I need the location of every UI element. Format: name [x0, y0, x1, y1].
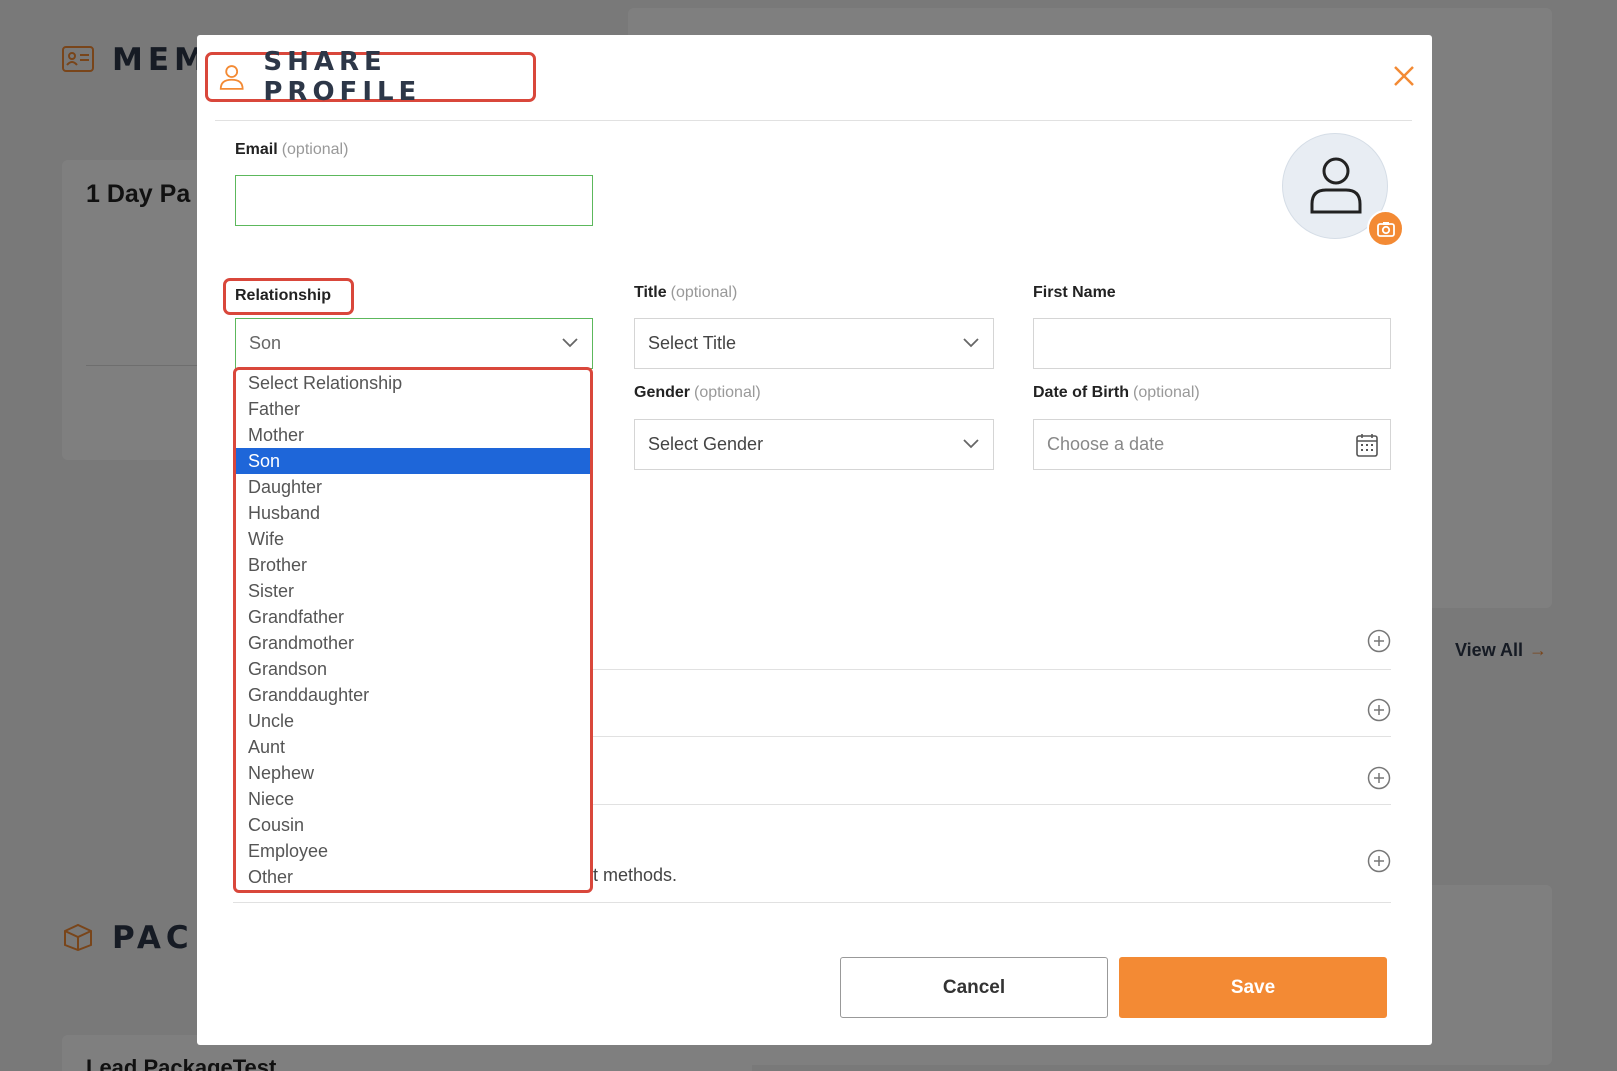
methods-text: t methods. — [593, 865, 678, 885]
dropdown-option[interactable]: Mother — [236, 422, 590, 448]
dropdown-option[interactable]: Brother — [236, 552, 590, 578]
modal-header: SHARE PROFILE — [197, 35, 1432, 121]
dropdown-option[interactable]: Husband — [236, 500, 590, 526]
dropdown-option[interactable]: Grandfather — [236, 604, 590, 630]
dropdown-option[interactable]: Aunt — [236, 734, 590, 760]
close-icon[interactable] — [1391, 63, 1417, 89]
dropdown-option[interactable]: Cousin — [236, 812, 590, 838]
first-name-input[interactable] — [1033, 318, 1391, 369]
modal-title-box: SHARE PROFILE — [205, 47, 536, 107]
email-optional-text: (optional) — [281, 141, 349, 158]
title-select-value: Select Title — [648, 333, 737, 353]
title-select[interactable]: Select Title — [634, 318, 994, 369]
dob-label: Date of Birth (optional) — [1033, 384, 1200, 402]
dropdown-option[interactable]: Sister — [236, 578, 590, 604]
dropdown-option[interactable]: Granddaughter — [236, 682, 590, 708]
upload-photo-button[interactable] — [1367, 210, 1404, 247]
email-input[interactable] — [235, 175, 593, 226]
dropdown-option[interactable]: Niece — [236, 786, 590, 812]
dropdown-option[interactable]: Other — [236, 864, 590, 890]
title-label-text: Title — [634, 284, 667, 301]
dropdown-option[interactable]: Daughter — [236, 474, 590, 500]
user-avatar-icon — [1310, 157, 1362, 214]
email-label-text: Email — [235, 141, 278, 158]
title-optional-text: (optional) — [670, 284, 738, 301]
user-icon — [219, 65, 244, 90]
chevron-down-icon — [562, 338, 578, 348]
plus-circle-icon[interactable] — [1367, 698, 1391, 722]
dropdown-option[interactable]: Wife — [236, 526, 590, 552]
relationship-label: Relationship — [223, 278, 354, 315]
plus-circle-icon[interactable] — [1367, 766, 1391, 790]
gender-select-value: Select Gender — [648, 434, 764, 454]
dropdown-option[interactable]: Father — [236, 396, 590, 422]
calendar-icon[interactable] — [1356, 433, 1378, 457]
gender-optional-text: (optional) — [694, 384, 761, 401]
dropdown-option[interactable]: Son — [236, 448, 590, 474]
dropdown-option[interactable]: Select Relationship — [236, 370, 590, 396]
dob-label-text: Date of Birth — [1033, 384, 1129, 401]
first-name-label: First Name — [1033, 284, 1116, 301]
chevron-down-icon — [963, 439, 979, 449]
plus-circle-icon[interactable] — [1367, 849, 1391, 873]
dob-optional-text: (optional) — [1133, 384, 1200, 401]
dob-input[interactable]: Choose a date — [1033, 419, 1391, 470]
share-profile-modal: SHARE PROFILE Email (optional) Relationsh… — [197, 35, 1432, 1045]
dob-placeholder: Choose a date — [1047, 434, 1165, 454]
dropdown-option[interactable]: Grandson — [236, 656, 590, 682]
modal-title: SHARE PROFILE — [263, 47, 422, 107]
dropdown-option[interactable]: Employee — [236, 838, 590, 864]
dropdown-option[interactable]: Nephew — [236, 760, 590, 786]
gender-label: Gender (optional) — [634, 384, 761, 402]
gender-select[interactable]: Select Gender — [634, 419, 994, 470]
dropdown-option[interactable]: Grandmother — [236, 630, 590, 656]
camera-icon — [1377, 222, 1395, 237]
email-label: Email (optional) — [235, 141, 348, 159]
gender-label-text: Gender — [634, 384, 691, 401]
relationship-select[interactable]: Son — [235, 318, 593, 369]
relationship-value: Son — [249, 333, 282, 353]
relationship-dropdown-list[interactable]: Select Relationship Father Mother Son Daught… — [233, 367, 593, 893]
cancel-button[interactable]: Cancel — [840, 957, 1108, 1018]
chevron-down-icon — [963, 338, 979, 348]
title-label: Title (optional) — [634, 284, 737, 302]
plus-circle-icon[interactable] — [1367, 629, 1391, 653]
dropdown-option[interactable]: Uncle — [236, 708, 590, 734]
header-divider — [215, 120, 1412, 121]
save-button[interactable]: Save — [1119, 957, 1387, 1018]
